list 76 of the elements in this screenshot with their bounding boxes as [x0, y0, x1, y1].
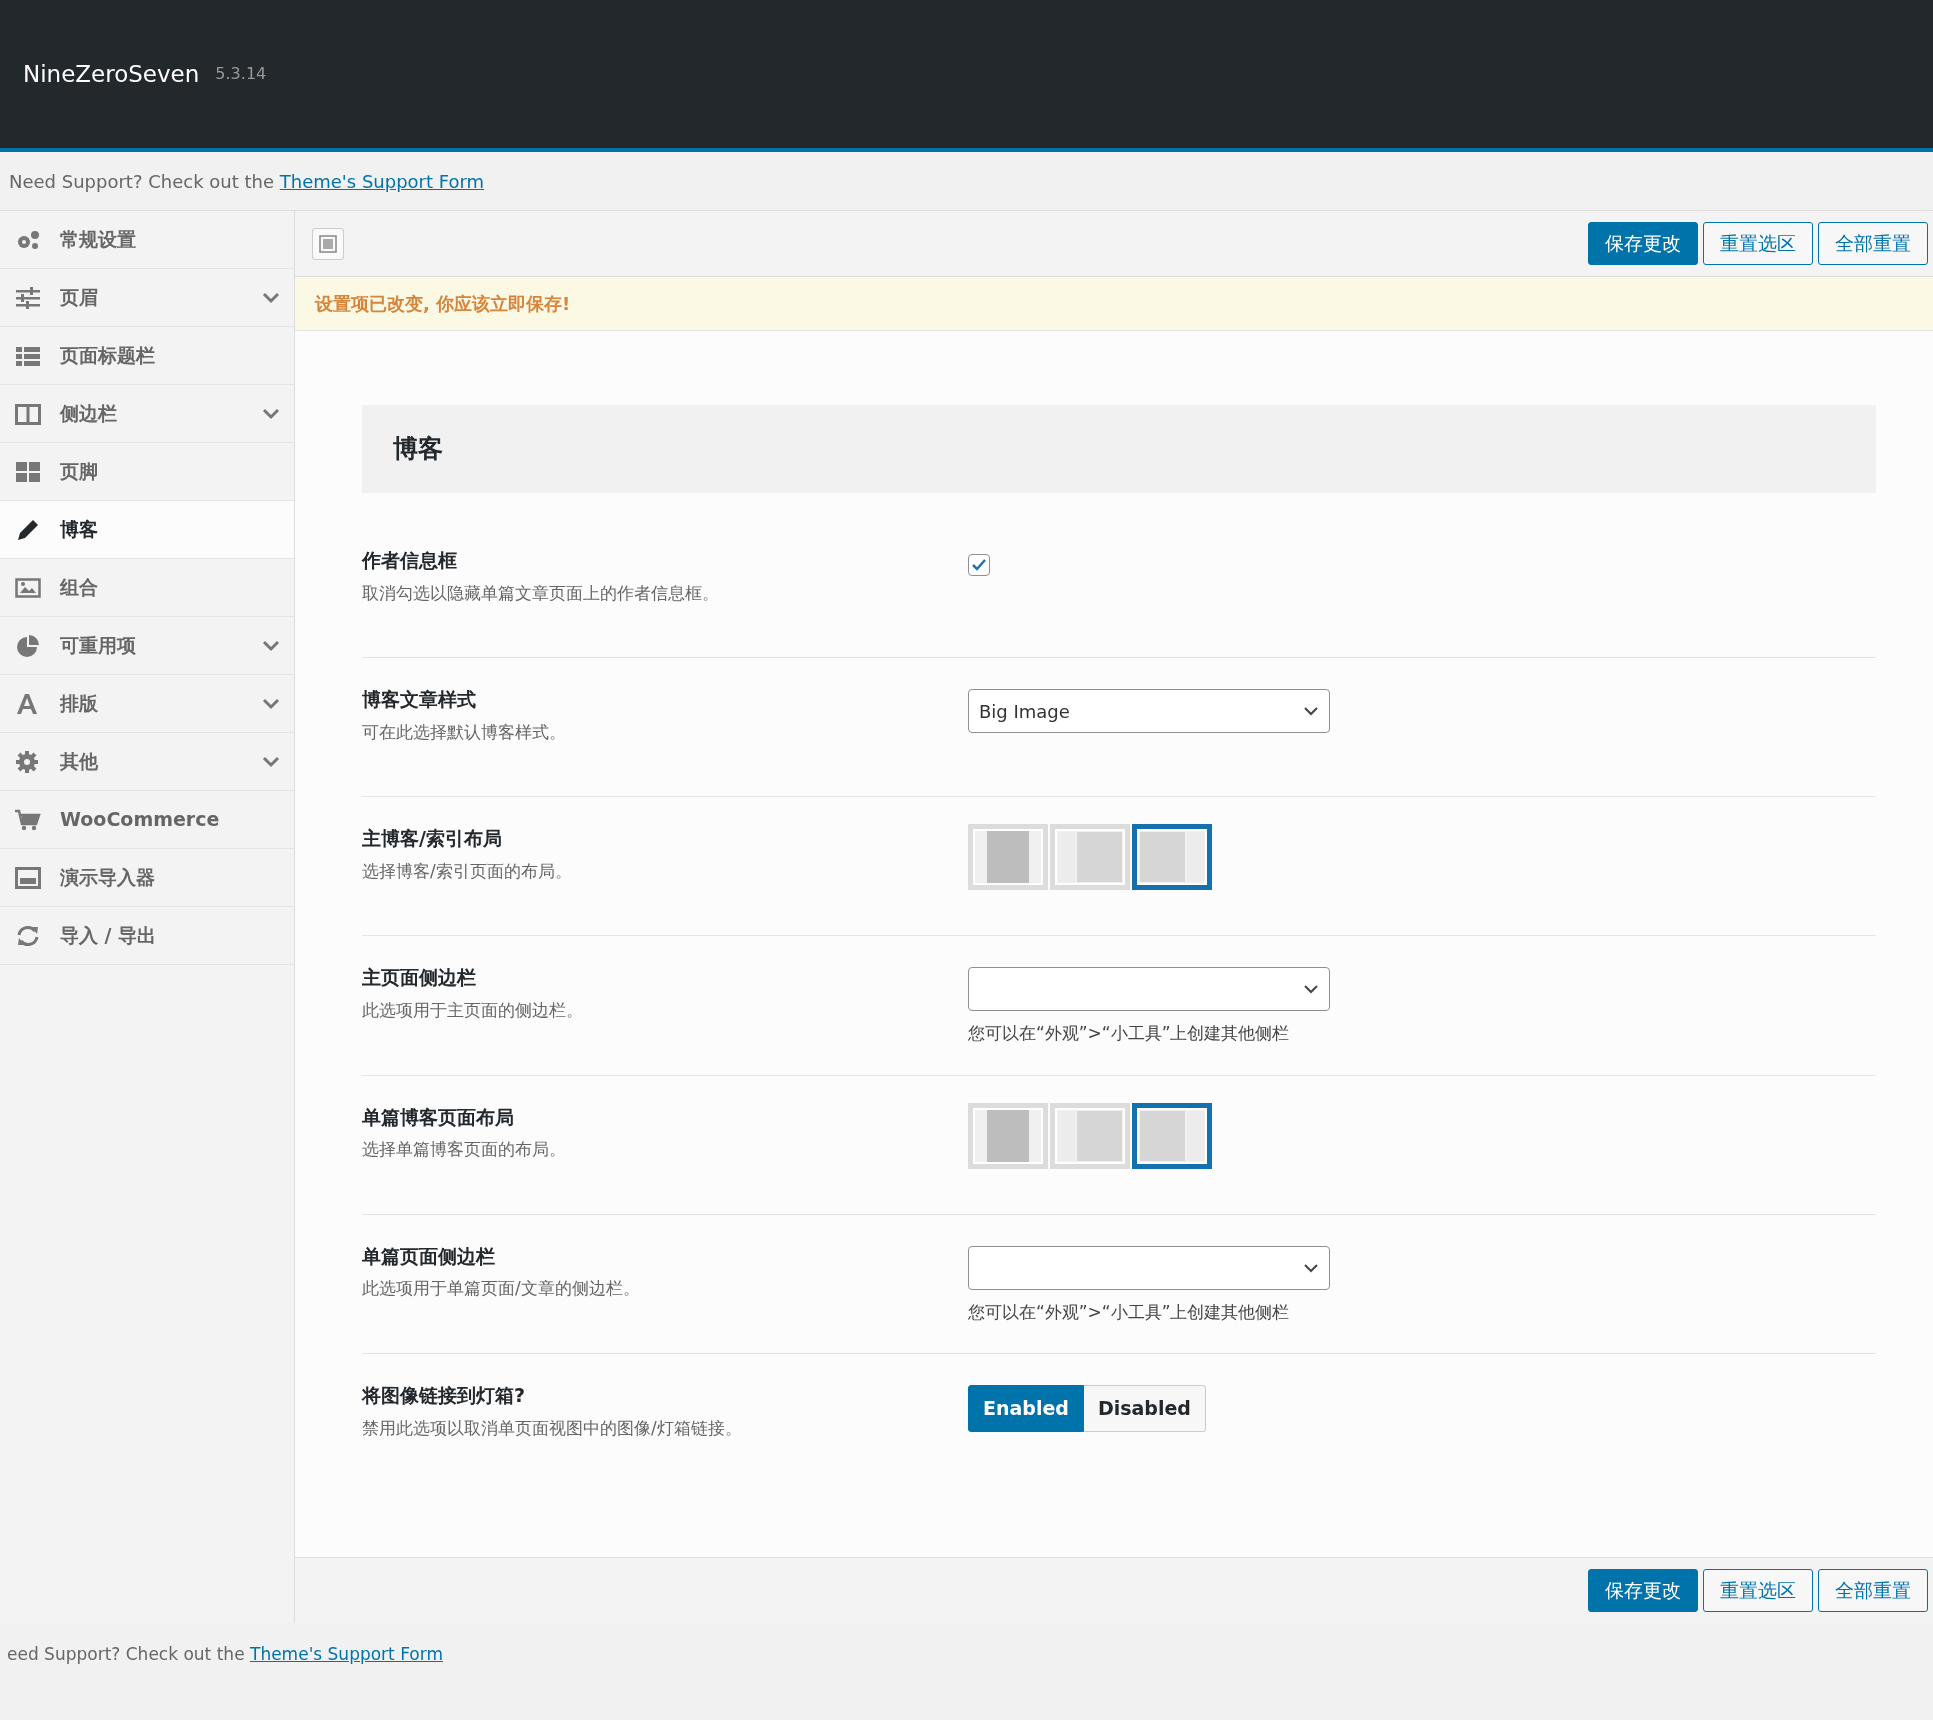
section-title: 博客: [393, 433, 443, 466]
sidebar-item[interactable]: 演示导入器: [0, 849, 294, 907]
setting-label: 主博客/索引布局: [362, 826, 503, 851]
pie-chart-icon: [14, 633, 42, 658]
sidebar-label: 演示导入器: [60, 865, 155, 891]
window-icon: [14, 865, 42, 890]
save-button[interactable]: 保存更改: [1588, 222, 1698, 265]
version-label: 5.3.14: [215, 63, 267, 85]
toggle-option[interactable]: Disabled: [1083, 1385, 1206, 1432]
setting-label: 单篇页面侧边栏: [362, 1243, 496, 1269]
cart-icon: [14, 807, 42, 832]
select-field[interactable]: [968, 967, 1330, 1011]
sidebar-label: 组合: [60, 575, 98, 601]
sidebar-label: 页眉: [60, 285, 98, 311]
setting-description: 选择博客/索引页面的布局。: [362, 859, 573, 883]
sidebar-item[interactable]: 页面标题栏: [0, 327, 294, 385]
sidebar-item[interactable]: WooCommerce: [0, 791, 294, 849]
sidebar-item[interactable]: 博客: [0, 501, 294, 559]
sidebar-label: 侧边栏: [60, 401, 117, 427]
columns-icon: [14, 401, 42, 426]
sidebar-label: 其他: [60, 749, 98, 775]
sidebar-item[interactable]: 可重用项: [0, 617, 294, 675]
select-field[interactable]: Big Image: [968, 689, 1330, 733]
sidebar-label: 页脚: [60, 459, 98, 485]
setting-label: 将图像链接到灯箱?: [362, 1383, 527, 1408]
sidebar-item[interactable]: 侧边栏: [0, 385, 294, 443]
grid-icon: [14, 459, 42, 484]
layout-option[interactable]: [1132, 824, 1212, 890]
layout-icon: [319, 234, 337, 253]
sidebar-label: 可重用项: [60, 633, 136, 659]
support-text: Need Support? Check out the Theme's Support Form: [9, 169, 485, 194]
help-text: 您可以在“外观”>“小工具”上创建其他侧栏: [968, 1022, 1290, 1045]
setting-label: 作者信息框: [362, 548, 458, 573]
sidebar-item[interactable]: 排版: [0, 675, 294, 733]
setting-description: 选择单篇博客页面的布局。: [362, 1138, 567, 1161]
sidebar-label: 导入 / 导出: [60, 923, 157, 949]
setting-description: 此选项用于单篇页面/文章的侧边栏。: [362, 1277, 641, 1300]
setting-description: 可在此选择默认博客样式。: [362, 720, 567, 744]
image-icon: [14, 575, 42, 600]
setting-label: 博客文章样式: [362, 687, 477, 712]
setting-description: 禁用此选项以取消单页面视图中的图像/灯箱链接。: [362, 1416, 743, 1440]
sidebar-item[interactable]: 常规设置: [0, 211, 294, 269]
layout-option[interactable]: [1132, 1102, 1212, 1169]
reset-button[interactable]: 重置选区: [1703, 222, 1813, 265]
sidebar-label: WooCommerce: [60, 807, 220, 833]
reset-button[interactable]: 全部重置: [1818, 1569, 1928, 1612]
support-text: eed Support? Check out the Theme's Support Form: [7, 1643, 443, 1667]
setting-label: 单篇博客页面布局: [362, 1104, 515, 1130]
sidebar-item[interactable]: 组合: [0, 559, 294, 617]
app-title: NineZeroSeven: [23, 59, 200, 89]
sidebar-item[interactable]: 页眉: [0, 269, 294, 327]
toggle-option[interactable]: Enabled: [968, 1385, 1084, 1432]
warning-message: 设置项已改变, 你应该立即保存!: [315, 292, 571, 316]
sidebar-label: 博客: [60, 517, 98, 543]
sliders-icon: [14, 285, 42, 310]
support-link[interactable]: Theme's Support Form: [250, 1644, 443, 1665]
reset-button[interactable]: 全部重置: [1818, 222, 1928, 265]
chevron-down-icon: [1303, 1262, 1319, 1273]
help-text: 您可以在“外观”>“小工具”上创建其他侧栏: [968, 1300, 1290, 1324]
sidebar-label: 常规设置: [60, 227, 136, 253]
sidebar-label: 排版: [60, 691, 98, 717]
setting-description: 取消勾选以隐藏单篇文章页面上的作者信息框。: [362, 581, 720, 605]
reset-button[interactable]: 重置选区: [1703, 1569, 1813, 1612]
select-field[interactable]: [968, 1245, 1330, 1290]
sidebar-label: 页面标题栏: [60, 343, 155, 369]
setting-label: 主页面侧边栏: [362, 965, 477, 990]
save-button[interactable]: 保存更改: [1588, 1569, 1698, 1612]
chevron-down-icon: [1303, 706, 1319, 716]
checkbox[interactable]: [968, 554, 990, 576]
support-link[interactable]: Theme's Support Form: [279, 170, 485, 192]
setting-description: 此选项用于主页面的侧边栏。: [362, 998, 584, 1022]
chevron-down-icon: [1303, 984, 1319, 994]
sidebar-item[interactable]: 导入 / 导出: [0, 907, 294, 965]
toggle-sidebar-button[interactable]: [312, 227, 344, 260]
checkmark-icon: [971, 558, 987, 572]
sidebar-item[interactable]: 其他: [0, 733, 294, 791]
